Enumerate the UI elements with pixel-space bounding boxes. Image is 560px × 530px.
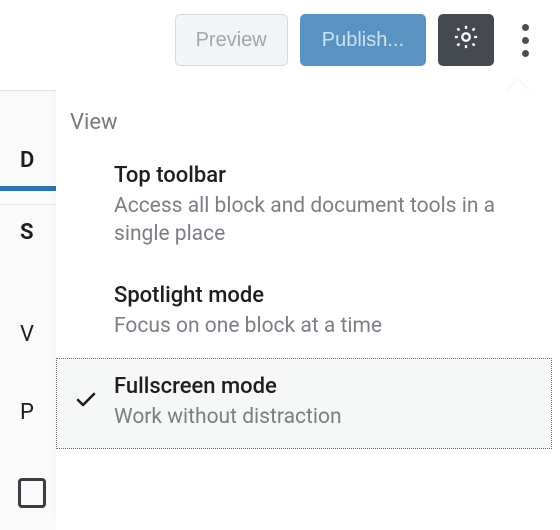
preview-button-label: Preview [196,29,267,52]
gear-icon [452,23,480,57]
sidebar-label-partial: V [20,322,34,347]
sidebar-label-partial: P [20,400,34,425]
sidebar-section-partial: S [20,220,34,245]
options-dropdown-menu: View Top toolbar Access all block and do… [56,90,552,522]
menu-item-fullscreen-mode[interactable]: Fullscreen mode Work without distraction [56,358,552,449]
menu-item-spotlight-mode[interactable]: Spotlight mode Focus on one block at a t… [56,267,552,358]
editor-toolbar: Preview Publish... [0,0,560,80]
more-options-button[interactable] [506,14,544,66]
vertical-dots-icon [522,24,529,57]
menu-item-top-toolbar[interactable]: Top toolbar Access all block and documen… [56,147,552,267]
menu-item-desc: Work without distraction [114,403,532,431]
menu-item-title: Top toolbar [114,163,532,188]
settings-button[interactable] [438,14,494,66]
publish-button-label: Publish... [322,29,404,52]
menu-item-title: Fullscreen mode [114,374,532,399]
preview-button[interactable]: Preview [175,14,288,66]
menu-item-desc: Access all block and document tools in a… [114,192,532,249]
sidebar-box-icon [18,478,46,508]
sidebar-divider [0,204,56,205]
check-icon [74,388,98,416]
menu-item-title: Spotlight mode [114,283,532,308]
active-tab-underline [0,186,56,191]
menu-section-header: View [56,90,552,147]
menu-item-desc: Focus on one block at a time [114,312,532,340]
publish-button[interactable]: Publish... [300,14,426,66]
sidebar-tab-partial[interactable]: D [20,148,34,173]
